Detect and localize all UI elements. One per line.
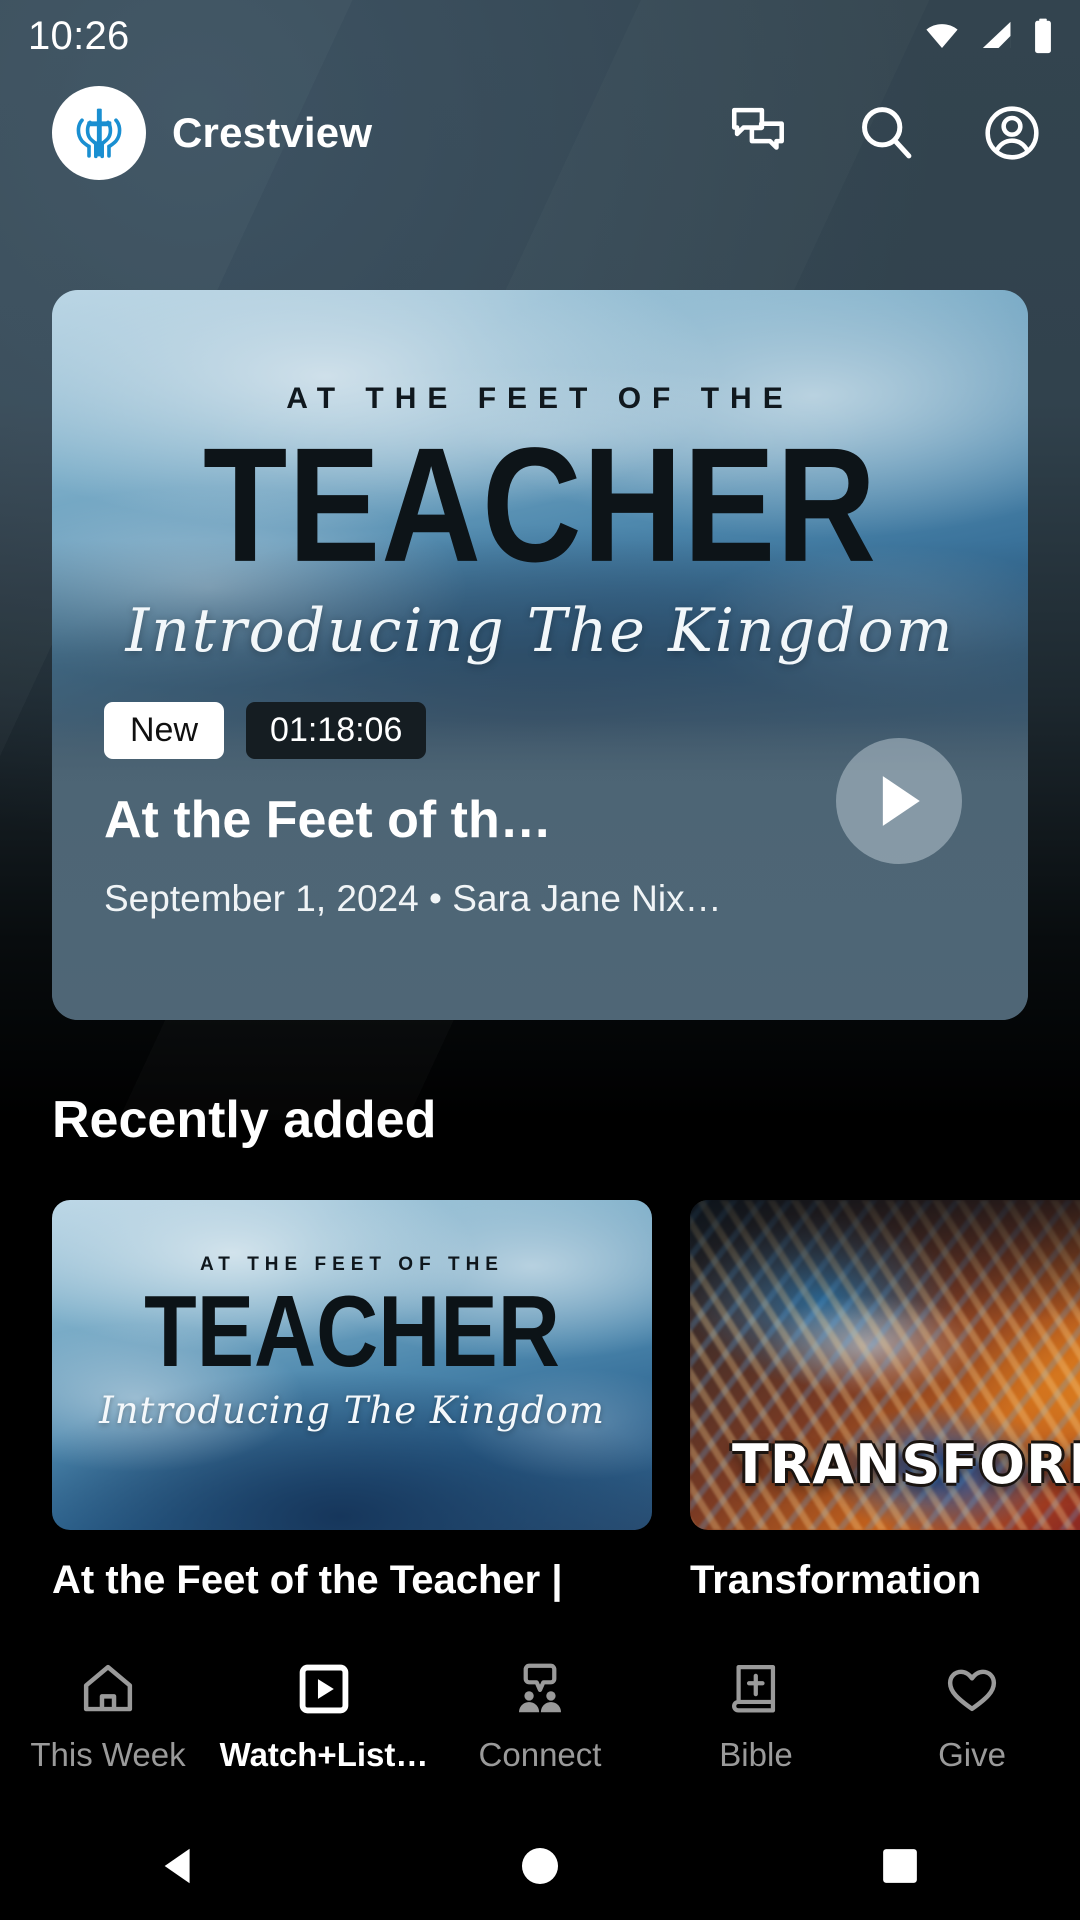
bible-book-icon bbox=[727, 1658, 785, 1720]
featured-badges: New 01:18:06 bbox=[104, 702, 427, 760]
back-triangle-icon[interactable] bbox=[135, 1821, 225, 1911]
messages-icon[interactable] bbox=[728, 101, 792, 165]
nav-item-watch-listen[interactable]: Watch+List… bbox=[216, 1658, 432, 1774]
status-bar-clock: 10:26 bbox=[28, 13, 130, 58]
brand[interactable]: Crestview bbox=[52, 86, 728, 180]
church-cross-logo bbox=[52, 86, 146, 180]
rail-thumbnail: TRANSFORMA bbox=[690, 1200, 1080, 1530]
featured-title: At the Feet of th… bbox=[104, 791, 552, 849]
brand-name: Crestview bbox=[172, 109, 373, 156]
rail-card-title: At the Feet of the Teacher | bbox=[52, 1558, 563, 1602]
nav-label: Connect bbox=[478, 1736, 602, 1773]
nav-label: Watch+List… bbox=[219, 1736, 429, 1773]
recents-square-icon[interactable] bbox=[855, 1821, 945, 1911]
play-icon[interactable] bbox=[836, 738, 962, 864]
section-heading: Recently added bbox=[52, 1091, 437, 1149]
status-bar-icons bbox=[922, 17, 1054, 55]
system-navigation-bar bbox=[0, 1812, 1080, 1920]
nav-label: Bible bbox=[719, 1736, 793, 1773]
home-icon bbox=[79, 1658, 137, 1720]
rail-artwork-wordmark: AT THE FEET OF THE TEACHER Introducing T… bbox=[52, 1254, 652, 1432]
cellular-signal-icon bbox=[982, 21, 1011, 49]
rail-card-title: Transformation bbox=[690, 1558, 982, 1602]
nav-item-connect[interactable]: Connect bbox=[432, 1658, 648, 1774]
featured-card[interactable]: AT THE FEET OF THE TEACHER Introducing T… bbox=[52, 290, 1028, 1020]
status-bar: 10:26 bbox=[0, 0, 1080, 72]
search-icon[interactable] bbox=[854, 101, 918, 165]
rail-artwork-main: TEACHER bbox=[144, 1275, 560, 1389]
wifi-icon bbox=[926, 24, 958, 49]
rail-artwork-kicker: AT THE FEET OF THE bbox=[200, 1254, 504, 1275]
bottom-navigation: This Week Watch+List… Connect Bible Give bbox=[0, 1644, 1080, 1812]
nav-label: This Week bbox=[30, 1736, 186, 1773]
account-icon[interactable] bbox=[980, 101, 1044, 165]
nav-item-this-week[interactable]: This Week bbox=[0, 1658, 216, 1774]
featured-artwork bbox=[52, 290, 1028, 770]
featured-meta: September 1, 2024 • Sara Jane Nix… bbox=[104, 878, 722, 919]
battery-icon bbox=[1035, 18, 1051, 54]
rail-card[interactable]: TRANSFORMA Transformation bbox=[690, 1200, 1080, 1602]
nav-item-give[interactable]: Give bbox=[864, 1658, 1080, 1774]
nav-item-bible[interactable]: Bible bbox=[648, 1658, 864, 1774]
rail-thumbnail: AT THE FEET OF THE TEACHER Introducing T… bbox=[52, 1200, 652, 1530]
recently-added-rail[interactable]: AT THE FEET OF THE TEACHER Introducing T… bbox=[0, 1200, 1080, 1602]
rail-artwork-main: TRANSFORMA bbox=[732, 1433, 1080, 1496]
people-chat-icon bbox=[511, 1658, 569, 1720]
heart-icon bbox=[943, 1658, 1001, 1720]
new-badge: New bbox=[104, 702, 225, 760]
play-square-icon bbox=[295, 1658, 353, 1720]
nav-label: Give bbox=[938, 1736, 1006, 1773]
app-header: Crestview bbox=[0, 78, 1080, 188]
duration-badge: 01:18:06 bbox=[246, 702, 427, 760]
header-actions bbox=[728, 101, 1044, 165]
home-circle-icon[interactable] bbox=[495, 1821, 585, 1911]
rail-artwork-subtitle: Introducing The Kingdom bbox=[99, 1389, 605, 1432]
app-root: 10:26 Crestview AT THE FEET OF THE TEACH… bbox=[0, 0, 1080, 1920]
rail-card[interactable]: AT THE FEET OF THE TEACHER Introducing T… bbox=[52, 1200, 652, 1602]
